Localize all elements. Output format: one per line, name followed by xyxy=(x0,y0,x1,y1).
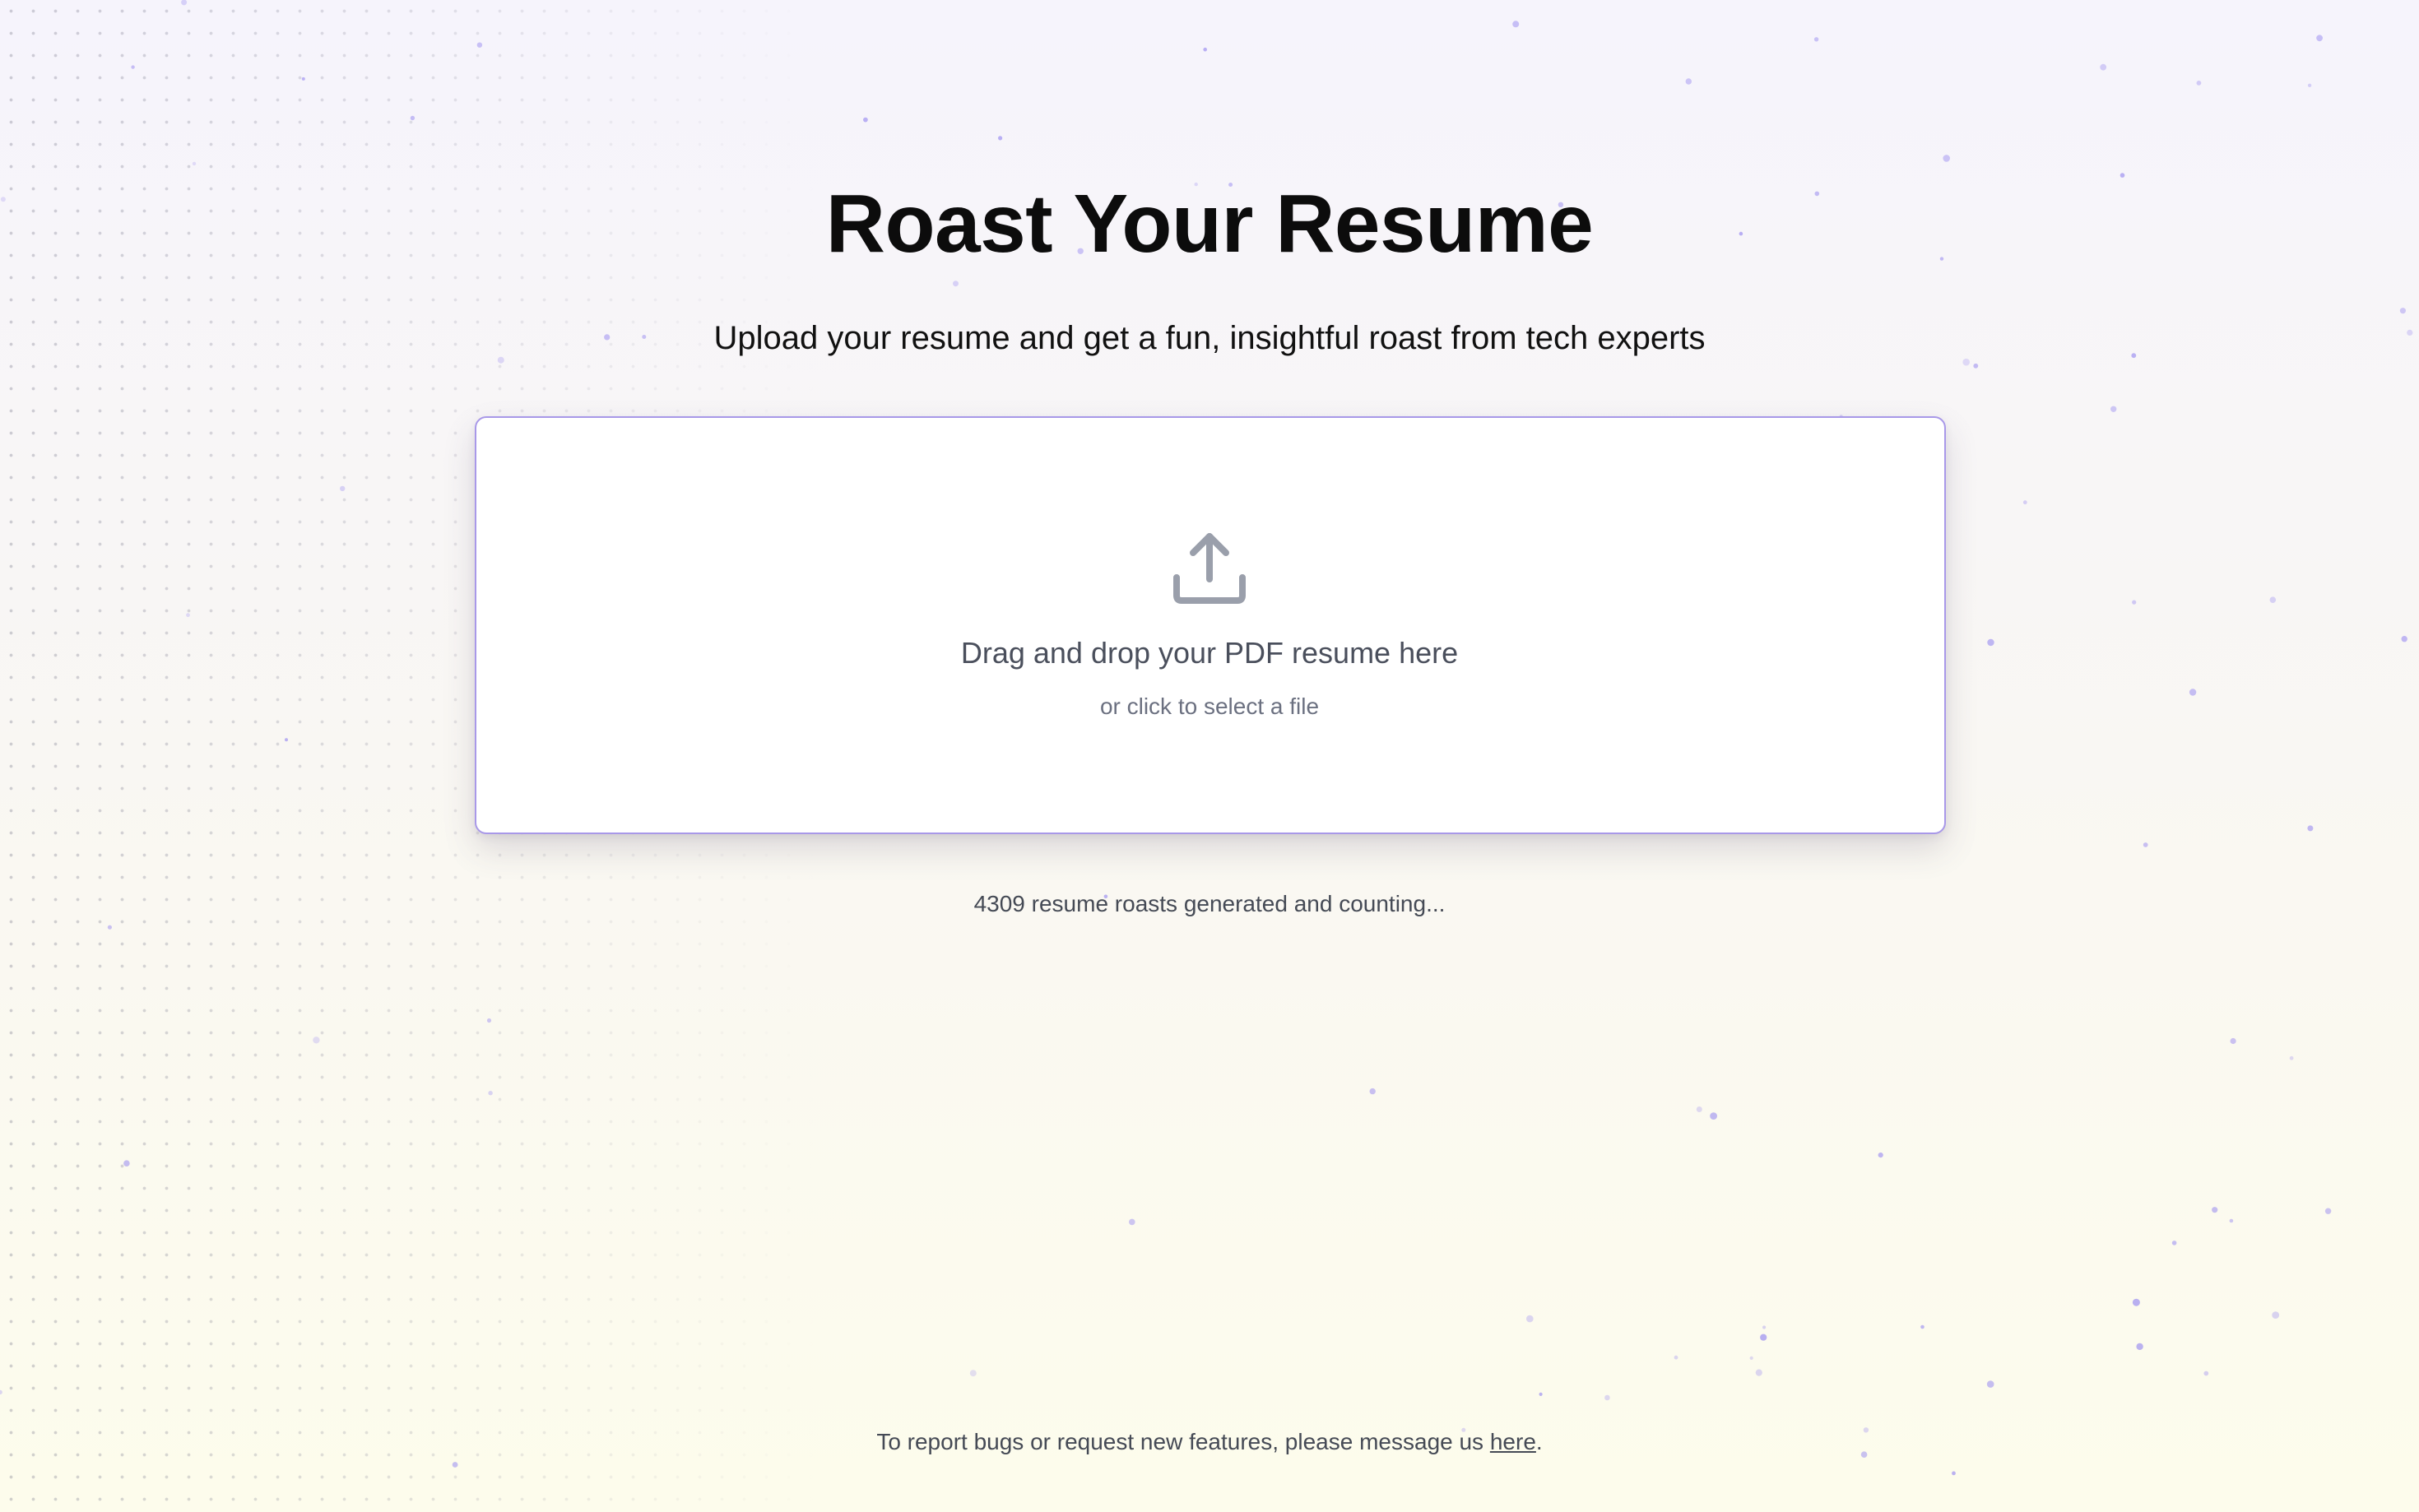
main-content: Roast Your Resume Upload your resume and… xyxy=(0,0,2419,1512)
page-subtitle: Upload your resume and get a fun, insigh… xyxy=(713,320,1706,356)
roast-counter: 4309 resume roasts generated and countin… xyxy=(973,891,1446,916)
footer-text-after: . xyxy=(1535,1429,1543,1454)
footer-here-link[interactable]: here xyxy=(1490,1429,1536,1454)
dropzone-sub-text: or click to select a file xyxy=(1099,693,1320,719)
footer-text: To report bugs or request new features, … xyxy=(0,1426,2419,1458)
page-title: Roast Your Resume xyxy=(825,178,1594,270)
dropzone-main-text: Drag and drop your PDF resume here xyxy=(960,636,1459,670)
resume-dropzone[interactable] xyxy=(475,416,1946,834)
footer-text-before: To report bugs or request new features, … xyxy=(876,1429,1490,1454)
upload-icon xyxy=(1173,533,1246,604)
